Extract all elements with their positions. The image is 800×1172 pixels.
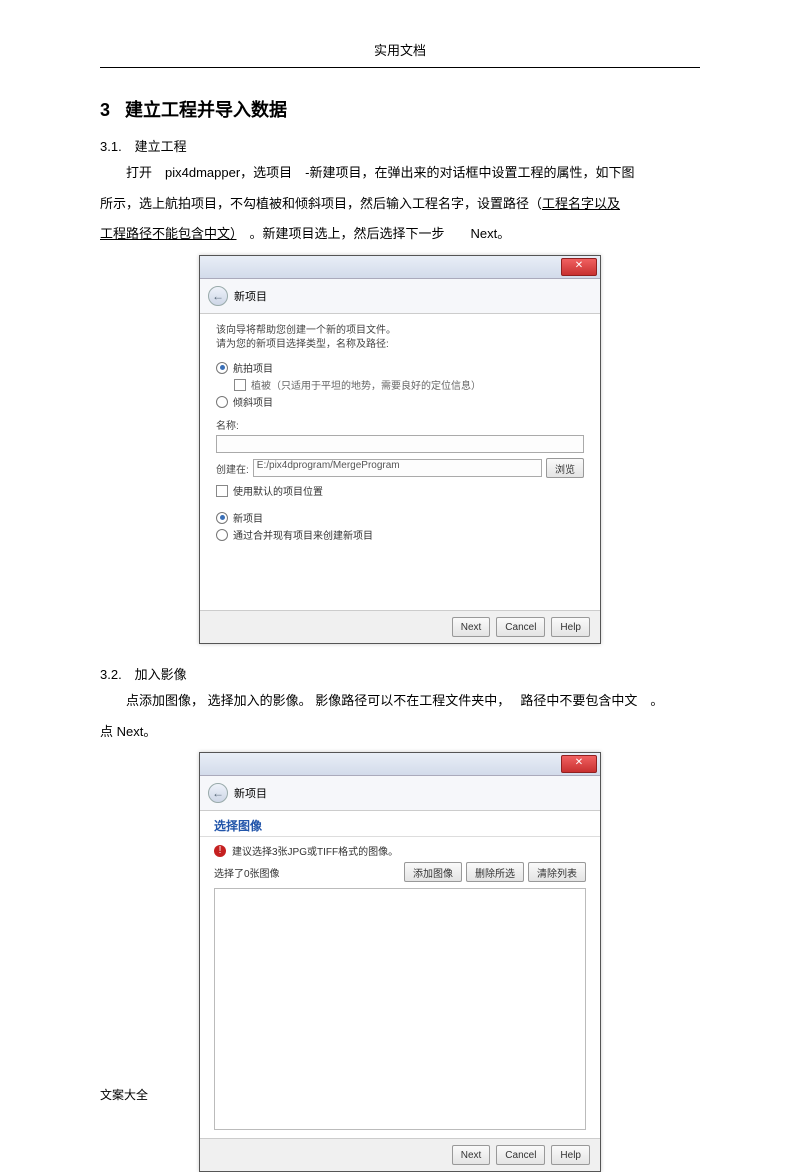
radio-aerial[interactable]: 航拍项目	[216, 360, 584, 375]
delete-selected-button[interactable]: 删除所选	[466, 862, 524, 882]
close-icon[interactable]: ✕	[561, 755, 597, 773]
para-3-1-line3: 工程路径不能包含中文） 。新建项目选上，然后选择下一步 Next。	[100, 222, 700, 247]
titlebar: ✕	[200, 753, 600, 776]
para-3-1-line2: 所示，选上航拍项目，不勾植被和倾斜项目，然后输入工程名字，设置路径（工程名字以及	[100, 192, 700, 217]
name-input[interactable]	[216, 435, 584, 453]
checkbox-default-location[interactable]: 使用默认的项目位置	[216, 483, 584, 498]
dialog-title-row: ← 新项目	[200, 776, 600, 811]
new-project-dialog: ✕ ← 新项目 该向导将帮助您创建一个新的项目文件。 请为您的新项目选择类型，名…	[199, 255, 601, 644]
radio-merge-project[interactable]: 通过合并现有项目来创建新项目	[216, 527, 584, 542]
dialog-title: 新项目	[234, 785, 267, 801]
warning-icon: !	[214, 845, 226, 857]
help-button[interactable]: Help	[551, 617, 590, 637]
dialog-button-row: Next Cancel Help	[200, 610, 600, 643]
subsection-3-1: 3.1. 建立工程	[100, 136, 700, 155]
back-icon[interactable]: ←	[208, 783, 228, 803]
dialog-title: 新项目	[234, 288, 267, 304]
name-label: 名称:	[216, 417, 584, 432]
clear-list-button[interactable]: 清除列表	[528, 862, 586, 882]
radio-icon	[216, 396, 228, 408]
section-number: 3	[100, 100, 110, 120]
next-button[interactable]: Next	[452, 617, 491, 637]
radio-icon	[216, 512, 228, 524]
section-title: 建立工程并导入数据	[125, 100, 287, 120]
checkbox-vegetation[interactable]: 植被（只适用于平坦的地势，需要良好的定位信息）	[234, 377, 584, 392]
select-image-dialog: ✕ ← 新项目 选择图像 ! 建议选择3张JPG或TIFF格式的图像。 选择了0…	[199, 752, 601, 1172]
close-icon[interactable]: ✕	[561, 258, 597, 276]
checkbox-icon	[216, 485, 228, 497]
para-3-2-line2: 点 Next。	[100, 720, 700, 745]
para-3-2-line1: 点添加图像， 选择加入的影像。 影像路径可以不在工程文件夹中， 路径中不要包含中…	[100, 689, 700, 714]
page-header: 实用文档	[100, 40, 700, 68]
back-icon[interactable]: ←	[208, 286, 228, 306]
radio-new-project[interactable]: 新项目	[216, 510, 584, 525]
cancel-button[interactable]: Cancel	[496, 1145, 545, 1165]
add-image-button[interactable]: 添加图像	[404, 862, 462, 882]
image-list[interactable]	[214, 888, 586, 1130]
choose-image-heading: 选择图像	[200, 811, 600, 837]
checkbox-icon	[234, 379, 246, 391]
para-3-1-line1: 打开 pix4dmapper，选项目 -新建项目，在弹出来的对话框中设置工程的属…	[100, 161, 700, 186]
titlebar: ✕	[200, 256, 600, 279]
path-label: 创建在:	[216, 461, 249, 476]
next-button[interactable]: Next	[452, 1145, 491, 1165]
cancel-button[interactable]: Cancel	[496, 617, 545, 637]
selected-count: 选择了0张图像	[214, 865, 280, 880]
radio-icon	[216, 529, 228, 541]
section-heading: 3 建立工程并导入数据	[100, 96, 700, 122]
help-button[interactable]: Help	[551, 1145, 590, 1165]
dialog-intro: 该向导将帮助您创建一个新的项目文件。 请为您的新项目选择类型，名称及路径:	[216, 324, 584, 352]
dialog-button-row: Next Cancel Help	[200, 1138, 600, 1171]
page-footer: 文案大全	[100, 1086, 148, 1103]
subsection-3-2: 3.2. 加入影像	[100, 664, 700, 683]
warning-row: ! 建议选择3张JPG或TIFF格式的图像。	[200, 843, 600, 858]
radio-icon	[216, 362, 228, 374]
radio-oblique[interactable]: 倾斜项目	[216, 394, 584, 409]
path-input[interactable]: E:/pix4dprogram/MergeProgram	[253, 459, 542, 477]
dialog-title-row: ← 新项目	[200, 279, 600, 314]
browse-button[interactable]: 浏览	[546, 458, 584, 478]
